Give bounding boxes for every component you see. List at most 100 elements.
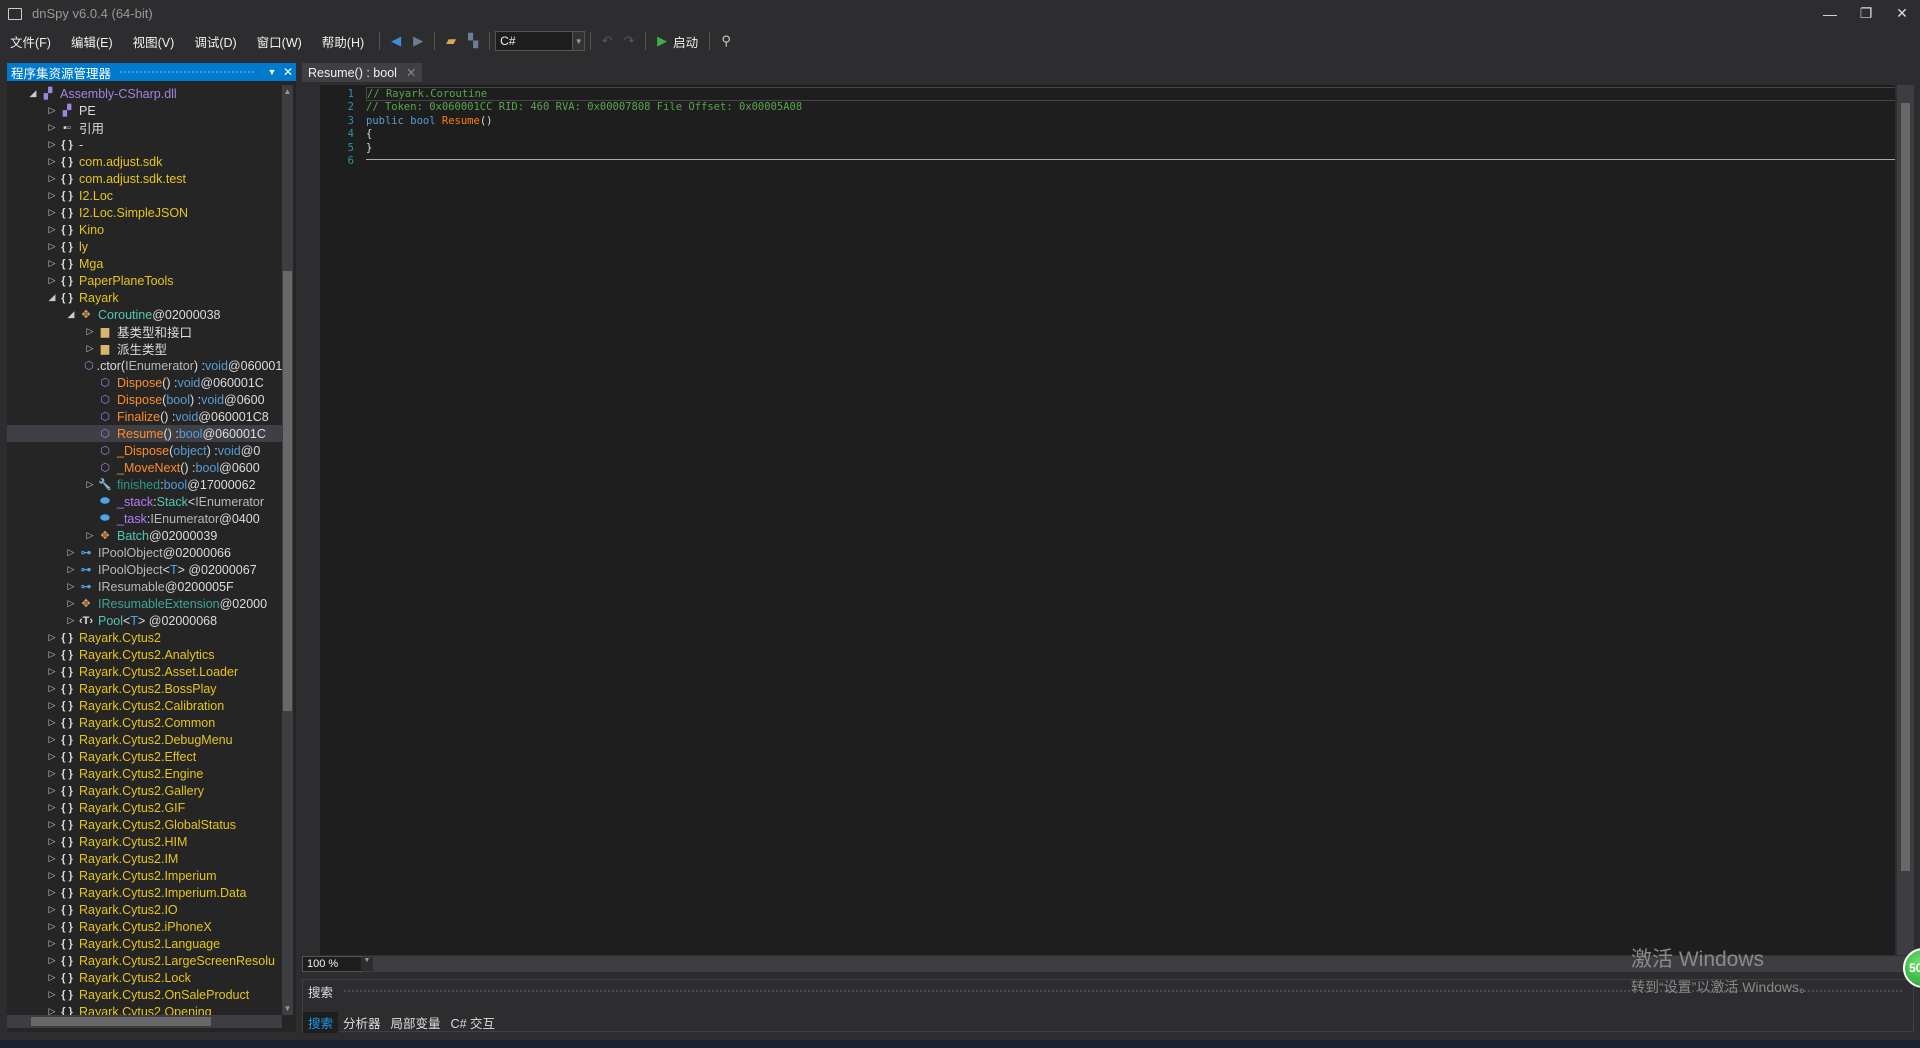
expand-arrow-icon[interactable]: ▷ <box>65 598 77 609</box>
tree-item[interactable]: ▷{ } Rayark.Cytus2.Engine <box>7 765 282 782</box>
tree-item[interactable]: ▷{ } - <box>7 136 282 153</box>
expand-arrow-icon[interactable]: ▷ <box>46 836 58 847</box>
tree-horizontal-scrollbar[interactable] <box>7 1015 282 1028</box>
tree-item[interactable]: ⬡ Finalize() : void @060001C8 <box>7 408 282 425</box>
open-file-icon[interactable]: ▰ <box>441 31 461 51</box>
expand-arrow-icon[interactable]: ▷ <box>46 258 58 269</box>
tree-item[interactable]: ▷{ } com.adjust.sdk.test <box>7 170 282 187</box>
expand-arrow-icon[interactable]: ▷ <box>84 343 96 354</box>
tree-item[interactable]: ▷{ } Rayark.Cytus2.GIF <box>7 799 282 816</box>
expand-arrow-icon[interactable]: ▷ <box>46 955 58 966</box>
expand-arrow-icon[interactable]: ▷ <box>46 1006 58 1015</box>
tree-item[interactable]: ▷{ } Rayark.Cytus2.Common <box>7 714 282 731</box>
tree-item[interactable]: ▷{ } Kino <box>7 221 282 238</box>
pin-dropdown-icon[interactable]: ▼ <box>264 67 280 77</box>
expand-arrow-icon[interactable]: ▷ <box>46 275 58 286</box>
expand-arrow-icon[interactable]: ▷ <box>46 190 58 201</box>
tree-item[interactable]: ◢ ✥ Coroutine @02000038 <box>7 306 282 323</box>
tree-item[interactable]: ⬡ _Dispose(object) : void @0 <box>7 442 282 459</box>
tab-csharp-interactive[interactable]: C# 交互 <box>446 1012 500 1033</box>
collapse-arrow-icon[interactable]: ◢ <box>46 292 58 303</box>
tree-item[interactable]: ▷{ } Rayark.Cytus2.GlobalStatus <box>7 816 282 833</box>
expand-arrow-icon[interactable]: ▷ <box>46 785 58 796</box>
tree-item[interactable]: ▷ ⊶ IPoolObject @02000066 <box>7 544 282 561</box>
expand-arrow-icon[interactable]: ▷ <box>84 326 96 337</box>
tree-item[interactable]: ▷{ } I2.Loc.SimpleJSON <box>7 204 282 221</box>
menu-view[interactable]: 视图(V) <box>123 32 185 51</box>
expand-arrow-icon[interactable]: ▷ <box>84 479 96 490</box>
editor-vertical-scrollbar[interactable] <box>1897 85 1914 955</box>
expand-arrow-icon[interactable]: ▷ <box>46 649 58 660</box>
expand-arrow-icon[interactable]: ▷ <box>46 700 58 711</box>
scroll-down-icon[interactable]: ▼ <box>282 1004 293 1013</box>
language-select[interactable]: C# ▼ <box>495 31 586 51</box>
expand-arrow-icon[interactable]: ▷ <box>46 768 58 779</box>
scrollbar-thumb[interactable] <box>1901 103 1910 871</box>
expand-arrow-icon[interactable]: ▷ <box>46 734 58 745</box>
tree-item[interactable]: ▷ ▪▫ 引用 <box>7 119 282 137</box>
expand-arrow-icon[interactable]: ▷ <box>65 581 77 592</box>
expand-arrow-icon[interactable]: ▷ <box>46 207 58 218</box>
tree-item[interactable]: ◢{ } Rayark <box>7 289 282 306</box>
tree-item[interactable]: ▷{ } Rayark.Cytus2.Imperium.Data <box>7 884 282 901</box>
tree-item[interactable]: ▷{ } Rayark.Cytus2.HIM <box>7 833 282 850</box>
tree-item[interactable]: ▷{ } Rayark.Cytus2.DebugMenu <box>7 731 282 748</box>
tree-item[interactable]: ▷{ } PaperPlaneTools <box>7 272 282 289</box>
tree-item[interactable]: ▷ ▞ PE <box>7 102 282 119</box>
tree-item[interactable]: ▷ ✥ IResumableExtension @02000 <box>7 595 282 612</box>
expand-arrow-icon[interactable]: ▷ <box>65 547 77 558</box>
tree-item[interactable]: ▷{ } com.adjust.sdk <box>7 153 282 170</box>
expand-arrow-icon[interactable]: ▷ <box>46 887 58 898</box>
tab-search[interactable]: 搜索 <box>303 1012 339 1033</box>
scrollbar-thumb[interactable] <box>31 1017 211 1026</box>
expand-arrow-icon[interactable]: ▷ <box>65 615 77 626</box>
tree-item[interactable]: ▷ 🔧 finished : bool @17000062 <box>7 476 282 493</box>
tree-item[interactable]: ▷{ } Rayark.Cytus2.Gallery <box>7 782 282 799</box>
tree-item[interactable]: ⬡.ctor(IEnumerator) : void @060001C <box>7 357 282 374</box>
tree-item[interactable]: ▷{ } Rayark.Cytus2.BossPlay <box>7 680 282 697</box>
close-tab-icon[interactable]: ✕ <box>406 65 416 80</box>
tree-item[interactable]: ▷ ⊶ IResumable @0200005F <box>7 578 282 595</box>
scroll-up-icon[interactable]: ▲ <box>282 87 293 96</box>
scrollbar-thumb[interactable] <box>283 271 292 711</box>
expand-arrow-icon[interactable]: ▷ <box>46 139 58 150</box>
tree-item[interactable]: ⬡ _MoveNext() : bool @0600 <box>7 459 282 476</box>
tab-locals[interactable]: 局部变量 <box>386 1012 446 1033</box>
tree-item[interactable]: ▷{ } ly <box>7 238 282 255</box>
tree-item[interactable]: ▷ ▆ 基类型和接口 <box>7 323 282 340</box>
expand-arrow-icon[interactable]: ▷ <box>46 683 58 694</box>
tree-item[interactable]: ▷{ } Rayark.Cytus2.Effect <box>7 748 282 765</box>
start-button[interactable]: 启动 <box>673 32 698 51</box>
expand-arrow-icon[interactable]: ▷ <box>46 156 58 167</box>
tree-item[interactable]: ▷{ } Rayark.Cytus2.Analytics <box>7 646 282 663</box>
tree-item[interactable]: ⬡ Resume() : bool @060001C <box>7 425 282 442</box>
tree-vertical-scrollbar[interactable]: ▲ ▼ <box>282 85 293 1015</box>
expand-arrow-icon[interactable]: ▷ <box>84 530 96 541</box>
expand-arrow-icon[interactable]: ▷ <box>46 632 58 643</box>
expand-arrow-icon[interactable]: ▷ <box>46 853 58 864</box>
tree-item[interactable]: ▷{ } Rayark.Cytus2.LargeScreenResolu <box>7 952 282 969</box>
expand-arrow-icon[interactable]: ▷ <box>46 870 58 881</box>
code-editor[interactable]: 1 // Rayark.Coroutine 2 // Token: 0x060001C… <box>302 85 1895 955</box>
tab-resume[interactable]: Resume() : bool ✕ <box>302 63 423 82</box>
tree-item[interactable]: ▷{ } Rayark.Cytus2.IO <box>7 901 282 918</box>
expand-arrow-icon[interactable]: ▷ <box>46 938 58 949</box>
expand-arrow-icon[interactable]: ▷ <box>46 241 58 252</box>
menu-debug[interactable]: 调试(D) <box>184 32 246 51</box>
tree-item[interactable]: ▷ ‹T› Pool < T > @02000068 <box>7 612 282 629</box>
tree-item[interactable]: ▷{ } Rayark.Cytus2 <box>7 629 282 646</box>
expand-arrow-icon[interactable]: ▷ <box>46 802 58 813</box>
menu-help[interactable]: 帮助(H) <box>312 32 374 51</box>
close-panel-icon[interactable]: ✕ <box>280 65 296 79</box>
collapse-arrow-icon[interactable]: ◢ <box>27 88 39 99</box>
tree-item[interactable]: ▷{ } Rayark.Cytus2.Opening <box>7 1003 282 1016</box>
zoom-select[interactable]: 100 % ▼ <box>302 956 373 972</box>
tree-item[interactable]: ⬡ Dispose() : void @060001C <box>7 374 282 391</box>
minimize-button[interactable]: — <box>1812 0 1848 27</box>
expand-arrow-icon[interactable]: ▷ <box>46 904 58 915</box>
restore-button[interactable]: ❐ <box>1848 0 1884 27</box>
tree-item[interactable]: ▷{ } Rayark.Cytus2.IM <box>7 850 282 867</box>
forward-icon[interactable]: ▶ <box>408 31 428 51</box>
tree-item[interactable]: ▷{ } Rayark.Cytus2.Language <box>7 935 282 952</box>
tree-item[interactable]: ▷{ } Rayark.Cytus2.Calibration <box>7 697 282 714</box>
